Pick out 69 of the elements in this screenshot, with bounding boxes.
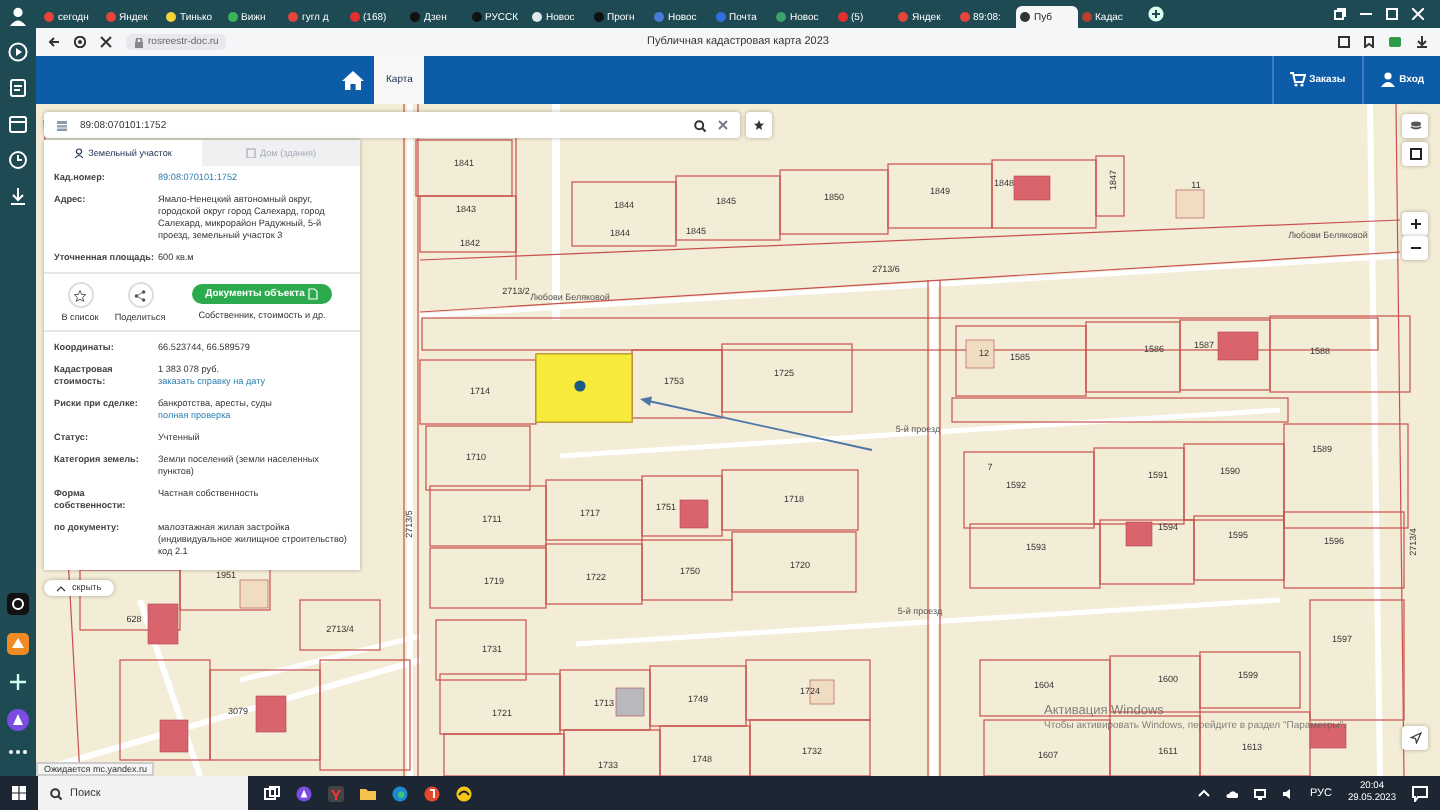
building <box>255 695 287 733</box>
plus-icon <box>1409 218 1421 230</box>
minimize-icon[interactable] <box>1360 8 1372 20</box>
browser-icon[interactable] <box>328 785 344 801</box>
more-icon[interactable] <box>8 748 28 756</box>
folder-icon[interactable] <box>360 785 376 801</box>
download-icon[interactable] <box>1416 36 1428 48</box>
search-icon[interactable] <box>694 119 706 131</box>
windows-icon[interactable] <box>12 786 26 800</box>
back-icon[interactable] <box>48 36 60 48</box>
building <box>965 339 995 369</box>
zoom-in-button[interactable] <box>1402 212 1428 236</box>
calendar-icon[interactable] <box>8 114 28 134</box>
speaker-icon[interactable] <box>1281 787 1294 799</box>
building <box>147 603 179 645</box>
building <box>1217 331 1259 361</box>
share-icon <box>134 289 146 301</box>
notes-icon[interactable] <box>8 78 28 98</box>
layers-button[interactable] <box>1402 114 1428 138</box>
notification-icon[interactable] <box>1412 785 1428 801</box>
star-icon <box>754 120 764 130</box>
building-icon <box>245 148 256 158</box>
lock-icon <box>134 37 144 47</box>
play-icon[interactable] <box>8 42 28 62</box>
home-icon[interactable] <box>342 70 364 90</box>
building <box>239 579 269 609</box>
assistant-icon[interactable] <box>296 785 312 801</box>
user-icon <box>1379 72 1396 88</box>
app-icon[interactable] <box>6 592 30 616</box>
add-icon[interactable] <box>8 672 28 692</box>
network-icon[interactable] <box>1253 787 1266 799</box>
square-icon <box>1409 148 1421 160</box>
building <box>1175 189 1205 219</box>
favorite-button[interactable] <box>746 112 772 138</box>
protect-icon[interactable] <box>74 36 86 48</box>
maximize-icon[interactable] <box>1386 8 1398 20</box>
stack-icon <box>1409 120 1421 132</box>
cart-icon <box>1289 72 1306 88</box>
extension-icon[interactable] <box>1388 36 1402 48</box>
assistant-icon[interactable] <box>6 708 30 732</box>
yandex-icon[interactable] <box>424 785 440 801</box>
building <box>159 719 189 753</box>
locate-button[interactable] <box>1402 726 1428 750</box>
star-icon <box>74 289 86 301</box>
building <box>1013 175 1051 201</box>
building <box>615 687 645 717</box>
chevron-up-icon <box>56 585 66 591</box>
location-marker-icon <box>574 380 586 392</box>
close-icon[interactable] <box>100 36 112 48</box>
document-icon <box>308 288 319 300</box>
map-mode-button[interactable] <box>1402 142 1428 166</box>
user-icon[interactable] <box>8 6 28 26</box>
app-icon[interactable] <box>6 632 30 656</box>
app-icon[interactable] <box>456 785 472 801</box>
task-view-icon[interactable] <box>264 785 280 801</box>
bookmark-icon[interactable] <box>1364 36 1374 48</box>
person-icon <box>74 148 85 158</box>
edge-icon[interactable] <box>392 785 408 801</box>
navigation-arrow-icon <box>1409 732 1421 744</box>
zoom-out-button[interactable] <box>1402 236 1428 260</box>
clock-icon[interactable] <box>8 150 28 170</box>
new-tab-icon[interactable] <box>1148 6 1164 22</box>
cloud-icon[interactable] <box>1225 787 1238 799</box>
copy-icon[interactable] <box>1334 8 1346 20</box>
chevron-up-icon[interactable] <box>1197 787 1210 799</box>
minus-icon <box>1409 242 1421 254</box>
building <box>679 499 709 529</box>
building <box>1125 521 1153 547</box>
search-icon <box>50 787 62 799</box>
